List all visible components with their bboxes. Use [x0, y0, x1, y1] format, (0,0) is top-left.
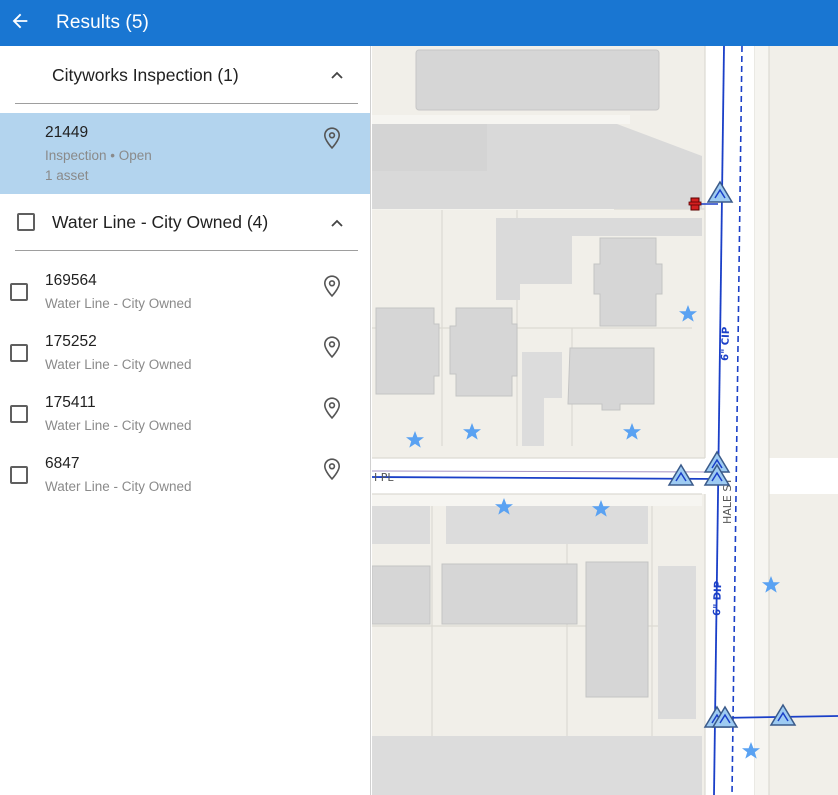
item-subtitle: Water Line - City Owned — [45, 479, 192, 494]
item-subtitle: Water Line - City Owned — [45, 296, 192, 311]
building — [449, 307, 518, 397]
results-panel: Cityworks Inspection (1) 21449 Inspectio… — [0, 46, 371, 795]
building — [658, 566, 696, 719]
item-subtitle: Water Line - City Owned — [45, 357, 192, 372]
building — [585, 561, 649, 698]
item-checkbox[interactable] — [10, 405, 28, 423]
list-item[interactable]: 169564 Water Line - City Owned — [0, 261, 370, 322]
pipe-label: 6" DIP — [712, 581, 724, 616]
group-select-checkbox[interactable] — [17, 213, 35, 231]
building — [446, 506, 648, 544]
item-asset-count: 1 asset — [45, 168, 89, 183]
item-checkbox[interactable] — [10, 466, 28, 484]
building — [375, 307, 440, 395]
chevron-up-icon[interactable] — [330, 216, 344, 230]
building — [567, 347, 655, 411]
building — [441, 563, 578, 625]
group-title: Cityworks Inspection (1) — [52, 64, 239, 85]
item-subtitle: Inspection • Open — [45, 148, 152, 163]
building — [593, 237, 663, 327]
road — [705, 46, 755, 795]
chevron-up-icon[interactable] — [330, 68, 344, 82]
item-checkbox[interactable] — [10, 283, 28, 301]
group-header-inspection[interactable]: Cityworks Inspection (1) — [0, 46, 370, 104]
app-bar: Results (5) — [0, 0, 838, 46]
page-title: Results (5) — [56, 12, 149, 33]
building — [415, 49, 660, 111]
pipe-label: 6" CIP — [720, 327, 732, 361]
item-id: 175252 — [45, 333, 97, 350]
item-id: 169564 — [45, 272, 97, 289]
map-pin-icon[interactable] — [323, 397, 341, 419]
list-item[interactable]: 21449 Inspection • Open 1 asset — [0, 113, 370, 194]
map-canvas: 6" CIP 6" DIP I PL HALE ST — [372, 46, 838, 795]
item-id: 6847 — [45, 455, 80, 472]
list-item[interactable]: 175252 Water Line - City Owned — [0, 322, 370, 383]
arrow-left-icon — [9, 10, 31, 37]
map-pin-icon[interactable] — [323, 336, 341, 358]
building — [372, 736, 702, 795]
map-pin-icon[interactable] — [323, 458, 341, 480]
list-item[interactable]: 175411 Water Line - City Owned — [0, 383, 370, 444]
map-view[interactable]: 6" CIP 6" DIP I PL HALE ST — [372, 46, 838, 795]
back-button[interactable] — [0, 0, 40, 46]
item-id: 175411 — [45, 394, 96, 411]
building — [372, 565, 431, 625]
map-pin-icon[interactable] — [323, 127, 341, 149]
divider — [15, 103, 358, 104]
item-checkbox[interactable] — [10, 344, 28, 362]
group-header-water-line[interactable]: Water Line - City Owned (4) — [0, 194, 370, 251]
list-item[interactable]: 6847 Water Line - City Owned — [0, 444, 370, 505]
street-label: I PL — [374, 471, 394, 484]
item-subtitle: Water Line - City Owned — [45, 418, 192, 433]
map-pin-icon[interactable] — [323, 275, 341, 297]
hydrant-icon — [688, 197, 702, 211]
building — [372, 124, 487, 171]
divider — [15, 250, 358, 251]
item-id: 21449 — [45, 124, 89, 141]
group-title: Water Line - City Owned (4) — [52, 212, 269, 232]
building — [372, 506, 430, 544]
